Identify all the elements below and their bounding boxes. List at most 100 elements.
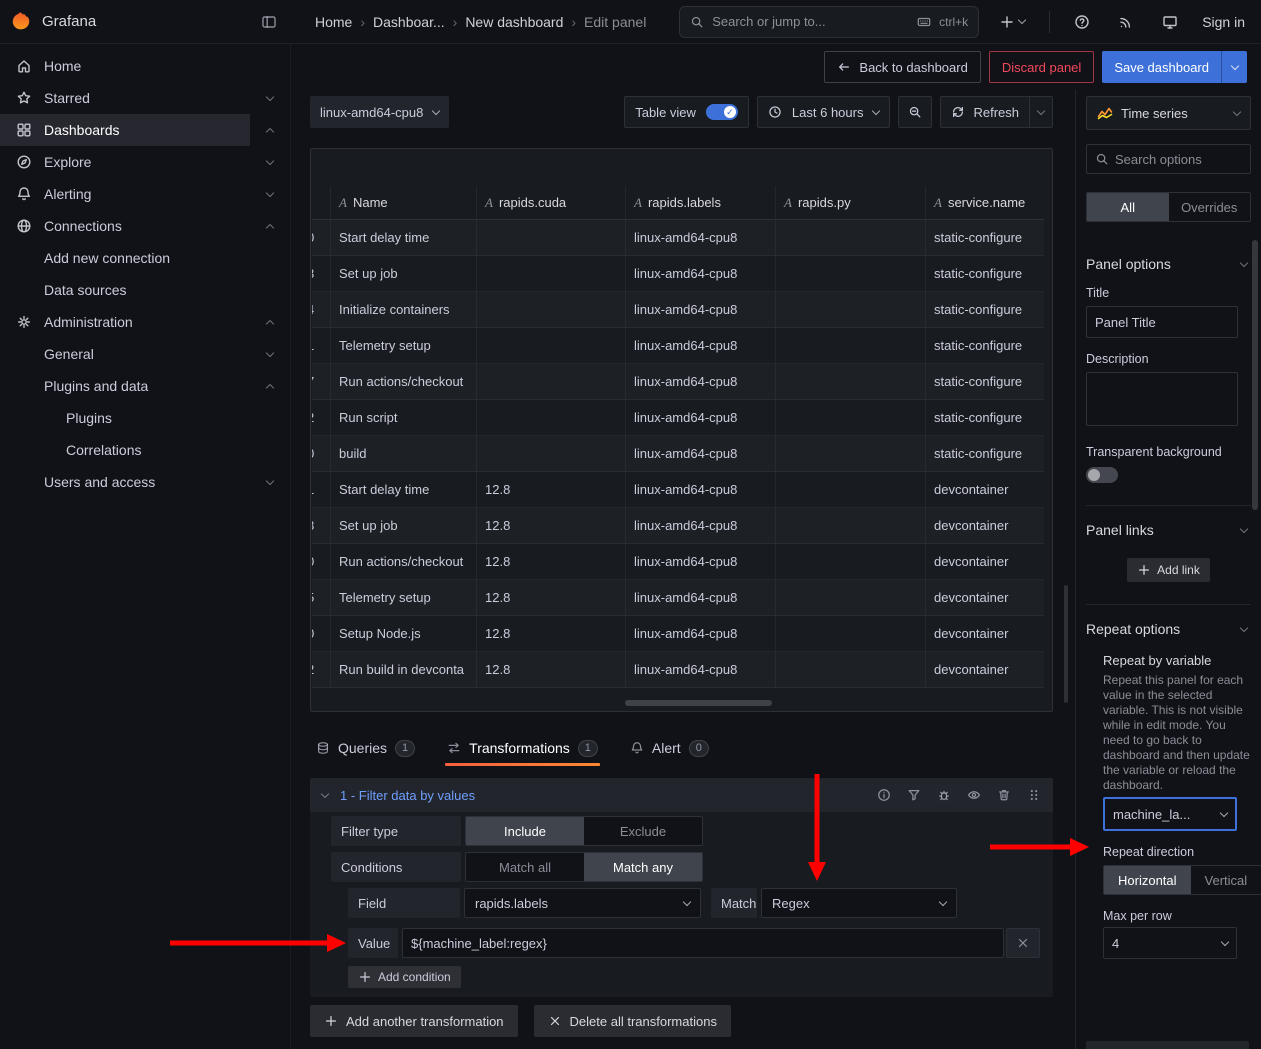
- refresh-interval-dropdown[interactable]: [1029, 96, 1053, 128]
- sidebar-item-general[interactable]: General: [0, 338, 290, 370]
- info-icon[interactable]: [877, 788, 891, 802]
- sidebar-link[interactable]: Plugins and data: [0, 370, 250, 402]
- description-textarea[interactable]: [1086, 372, 1238, 426]
- sidebar-link[interactable]: Data sources: [0, 274, 290, 306]
- search-bar[interactable]: ctrl+k: [679, 6, 979, 38]
- kiosk-mode-button[interactable]: [1158, 10, 1182, 34]
- panel-options-section-header[interactable]: Panel options: [1086, 256, 1251, 272]
- sidebar-item-alerting[interactable]: Alerting: [0, 178, 290, 210]
- add-another-transformation-button[interactable]: Add another transformation: [310, 1005, 518, 1037]
- sidebar-item-plugins[interactable]: Plugins: [0, 402, 290, 434]
- time-range-picker[interactable]: Last 6 hours: [757, 96, 891, 128]
- sidebar-item-dashboards[interactable]: Dashboards: [0, 114, 290, 146]
- sidebar-link[interactable]: Alerting: [0, 178, 250, 210]
- chevron-up-icon[interactable]: [250, 126, 290, 135]
- bug-icon[interactable]: [937, 788, 951, 802]
- horizontal-scrollbar[interactable]: [625, 700, 772, 706]
- transformation-header[interactable]: 1 - Filter data by values: [310, 778, 1053, 812]
- sidebar-link[interactable]: Explore: [0, 146, 250, 178]
- breadcrumb-item-dashboar[interactable]: Dashboar...: [373, 14, 445, 30]
- value-input[interactable]: [402, 928, 1004, 958]
- chevron-down-icon[interactable]: [250, 193, 290, 196]
- variable-dropdown[interactable]: linux-amd64-cpu8: [310, 96, 449, 128]
- chevron-down-icon[interactable]: [250, 161, 290, 164]
- new-menu-button[interactable]: [995, 10, 1029, 34]
- sidebar-link[interactable]: Correlations: [0, 434, 290, 466]
- conditions-match-any[interactable]: Match any: [584, 853, 702, 881]
- tab-overrides[interactable]: Overrides: [1169, 193, 1251, 221]
- filter-type-include[interactable]: Include: [466, 817, 584, 845]
- visualization-picker[interactable]: Time series: [1086, 96, 1251, 130]
- transformation-title[interactable]: 1 - Filter data by values: [340, 788, 475, 803]
- sidebar-item-plugins-and-data[interactable]: Plugins and data: [0, 370, 290, 402]
- panel-title-input[interactable]: [1086, 306, 1238, 338]
- sidebar-link[interactable]: Connections: [0, 210, 250, 242]
- column-header-rapids-py[interactable]: Arapids.py: [776, 186, 926, 220]
- column-header-rapids-cuda[interactable]: Arapids.cuda: [477, 186, 626, 220]
- options-search-input[interactable]: [1115, 152, 1242, 167]
- max-per-row-dropdown[interactable]: 4: [1103, 927, 1237, 959]
- collapse-chevron-icon[interactable]: [321, 789, 329, 797]
- chevron-up-icon[interactable]: [250, 222, 290, 231]
- chevron-up-icon[interactable]: [250, 382, 290, 391]
- sidebar-item-add-new-connection[interactable]: Add new connection: [0, 242, 290, 274]
- search-input[interactable]: [712, 14, 909, 29]
- sign-in-link[interactable]: Sign in: [1202, 14, 1245, 30]
- repeat-options-section-header[interactable]: Repeat options: [1086, 621, 1251, 637]
- panel-links-section-header[interactable]: Panel links: [1086, 522, 1251, 538]
- eye-icon[interactable]: [967, 788, 981, 802]
- tab-transformations[interactable]: Transformations1: [445, 733, 600, 763]
- add-condition-button[interactable]: Add condition: [348, 966, 461, 988]
- conditions-match-all[interactable]: Match all: [466, 853, 584, 881]
- delete-all-transformations-button[interactable]: Delete all transformations: [534, 1005, 731, 1037]
- sidebar-link[interactable]: Dashboards: [0, 114, 250, 146]
- discard-panel-button[interactable]: Discard panel: [989, 51, 1095, 83]
- chevron-down-icon[interactable]: [250, 97, 290, 100]
- sidebar-item-correlations[interactable]: Correlations: [0, 434, 290, 466]
- chevron-up-icon[interactable]: [250, 318, 290, 327]
- zoom-out-button[interactable]: [898, 96, 932, 128]
- filter-icon[interactable]: [907, 788, 921, 802]
- sidebar-item-starred[interactable]: Starred: [0, 82, 290, 114]
- options-scrollbar[interactable]: [1252, 240, 1258, 510]
- sidebar-link[interactable]: General: [0, 338, 250, 370]
- tab-all[interactable]: All: [1087, 193, 1169, 221]
- refresh-button[interactable]: Refresh: [940, 96, 1029, 128]
- filter-type-exclude[interactable]: Exclude: [584, 817, 702, 845]
- sidebar-link[interactable]: Users and access: [0, 466, 250, 498]
- column-header-service-name[interactable]: Aservice.name: [926, 186, 1044, 220]
- field-dropdown[interactable]: rapids.labels: [464, 888, 701, 918]
- sidebar-toggle-button[interactable]: [257, 10, 281, 34]
- sidebar-item-data-sources[interactable]: Data sources: [0, 274, 290, 306]
- column-header-rapids-labels[interactable]: Arapids.labels: [626, 186, 776, 220]
- back-to-dashboard-button[interactable]: Back to dashboard: [824, 51, 980, 83]
- sidebar-link[interactable]: Home: [0, 50, 290, 82]
- tab-queries[interactable]: Queries1: [314, 733, 417, 763]
- direction-horizontal[interactable]: Horizontal: [1104, 866, 1191, 894]
- chevron-down-icon[interactable]: [250, 481, 290, 484]
- column-header-name[interactable]: AName: [331, 186, 477, 220]
- trash-icon[interactable]: [997, 788, 1011, 802]
- tab-alert[interactable]: Alert0: [628, 733, 711, 763]
- sidebar-item-home[interactable]: Home: [0, 50, 290, 82]
- transparent-background-switch-off[interactable]: [1086, 467, 1118, 483]
- sidebar-link[interactable]: Administration: [0, 306, 250, 338]
- table-view-toggle[interactable]: Table view ✓: [624, 96, 749, 128]
- breadcrumb-item-home[interactable]: Home: [315, 14, 352, 30]
- repeat-variable-dropdown[interactable]: machine_la...: [1103, 797, 1237, 831]
- clear-value-button[interactable]: [1006, 928, 1040, 958]
- drag-handle-icon[interactable]: [1027, 788, 1041, 802]
- save-dashboard-dropdown-button[interactable]: [1221, 51, 1247, 83]
- sidebar-item-administration[interactable]: Administration: [0, 306, 290, 338]
- main-scrollbar[interactable]: [1064, 585, 1068, 703]
- help-button[interactable]: [1070, 10, 1094, 34]
- breadcrumb-item-new-dashboard[interactable]: New dashboard: [465, 14, 563, 30]
- sidebar-item-connections[interactable]: Connections: [0, 210, 290, 242]
- table-view-switch-on[interactable]: ✓: [706, 104, 738, 120]
- direction-vertical[interactable]: Vertical: [1191, 866, 1261, 894]
- chevron-down-icon[interactable]: [250, 353, 290, 356]
- options-search[interactable]: [1086, 144, 1251, 174]
- news-button[interactable]: [1114, 10, 1138, 34]
- match-dropdown[interactable]: Regex: [761, 888, 957, 918]
- sidebar-link[interactable]: Starred: [0, 82, 250, 114]
